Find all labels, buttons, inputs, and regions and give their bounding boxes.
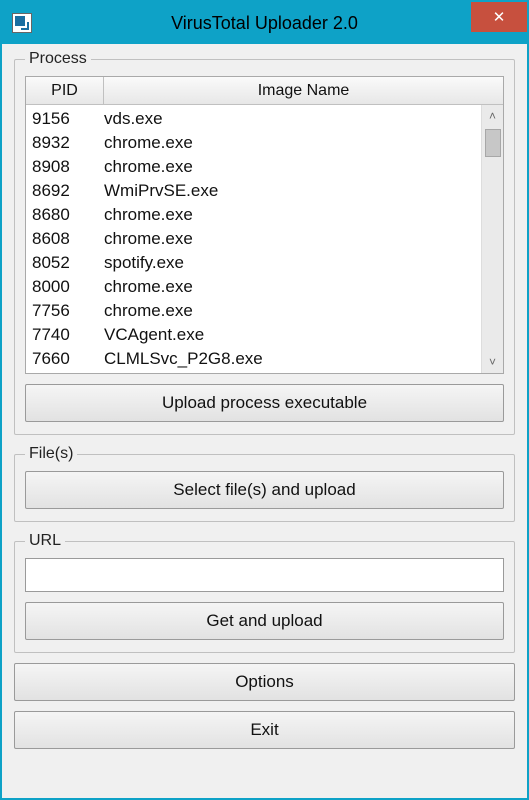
scroll-up-arrow-icon[interactable]: ˄ — [482, 105, 503, 127]
process-listview[interactable]: PID Image Name 9156vds.exe8932chrome.exe… — [25, 76, 504, 374]
cell-pid: 7660 — [32, 347, 104, 371]
listview-body: 9156vds.exe8932chrome.exe8908chrome.exe8… — [26, 105, 503, 373]
table-row[interactable]: 7660CLMLSvc_P2G8.exe — [26, 347, 481, 371]
cell-pid: 7740 — [32, 323, 104, 347]
select-files-button[interactable]: Select file(s) and upload — [25, 471, 504, 509]
cell-pid: 8908 — [32, 155, 104, 179]
app-icon — [12, 13, 32, 33]
cell-pid: 7756 — [32, 299, 104, 323]
main-window: VirusTotal Uploader 2.0 ✕ Process PID Im… — [0, 0, 529, 800]
cell-image-name: WmiPrvSE.exe — [104, 179, 475, 203]
close-icon: ✕ — [493, 8, 506, 26]
cell-pid: 8000 — [32, 275, 104, 299]
files-legend: File(s) — [25, 445, 77, 463]
listview-rows: 9156vds.exe8932chrome.exe8908chrome.exe8… — [26, 105, 481, 373]
window-title: VirusTotal Uploader 2.0 — [171, 13, 358, 34]
url-input[interactable] — [25, 558, 504, 592]
table-row[interactable]: 8052spotify.exe — [26, 251, 481, 275]
cell-image-name: CLMLSvc_P2G8.exe — [104, 347, 475, 371]
table-row[interactable]: 8000chrome.exe — [26, 275, 481, 299]
files-groupbox: File(s) Select file(s) and upload — [14, 445, 515, 522]
cell-pid: 8608 — [32, 227, 104, 251]
cell-image-name: chrome.exe — [104, 203, 475, 227]
cell-image-name: chrome.exe — [104, 155, 475, 179]
table-row[interactable]: 7740VCAgent.exe — [26, 323, 481, 347]
scroll-thumb[interactable] — [485, 129, 501, 157]
exit-button[interactable]: Exit — [14, 711, 515, 749]
client-area: Process PID Image Name 9156vds.exe8932ch… — [2, 44, 527, 798]
cell-image-name: chrome.exe — [104, 131, 475, 155]
table-row[interactable]: 9156vds.exe — [26, 107, 481, 131]
upload-process-button[interactable]: Upload process executable — [25, 384, 504, 422]
table-row[interactable]: 8692WmiPrvSE.exe — [26, 179, 481, 203]
scroll-down-arrow-icon[interactable]: ˅ — [482, 351, 503, 373]
cell-image-name: vds.exe — [104, 107, 475, 131]
url-groupbox: URL Get and upload — [14, 532, 515, 653]
cell-pid: 9156 — [32, 107, 104, 131]
cell-image-name: spotify.exe — [104, 251, 475, 275]
cell-image-name: VCAgent.exe — [104, 323, 475, 347]
table-row[interactable]: 8680chrome.exe — [26, 203, 481, 227]
cell-image-name: chrome.exe — [104, 299, 475, 323]
bottom-buttons: Options Exit — [14, 663, 515, 749]
cell-image-name: chrome.exe — [104, 227, 475, 251]
cell-image-name: chrome.exe — [104, 275, 475, 299]
table-row[interactable]: 8908chrome.exe — [26, 155, 481, 179]
cell-pid: 8932 — [32, 131, 104, 155]
options-button[interactable]: Options — [14, 663, 515, 701]
get-upload-button[interactable]: Get and upload — [25, 602, 504, 640]
cell-pid: 8692 — [32, 179, 104, 203]
vertical-scrollbar[interactable]: ˄ ˅ — [481, 105, 503, 373]
listview-header: PID Image Name — [26, 77, 503, 105]
table-row[interactable]: 8932chrome.exe — [26, 131, 481, 155]
column-header-image[interactable]: Image Name — [104, 77, 503, 104]
process-groupbox: Process PID Image Name 9156vds.exe8932ch… — [14, 50, 515, 435]
process-legend: Process — [25, 50, 91, 68]
url-legend: URL — [25, 532, 65, 550]
table-row[interactable]: 7756chrome.exe — [26, 299, 481, 323]
table-row[interactable]: 8608chrome.exe — [26, 227, 481, 251]
column-header-pid[interactable]: PID — [26, 77, 104, 104]
cell-pid: 8680 — [32, 203, 104, 227]
titlebar[interactable]: VirusTotal Uploader 2.0 ✕ — [2, 2, 527, 44]
close-button[interactable]: ✕ — [471, 2, 527, 32]
cell-pid: 8052 — [32, 251, 104, 275]
